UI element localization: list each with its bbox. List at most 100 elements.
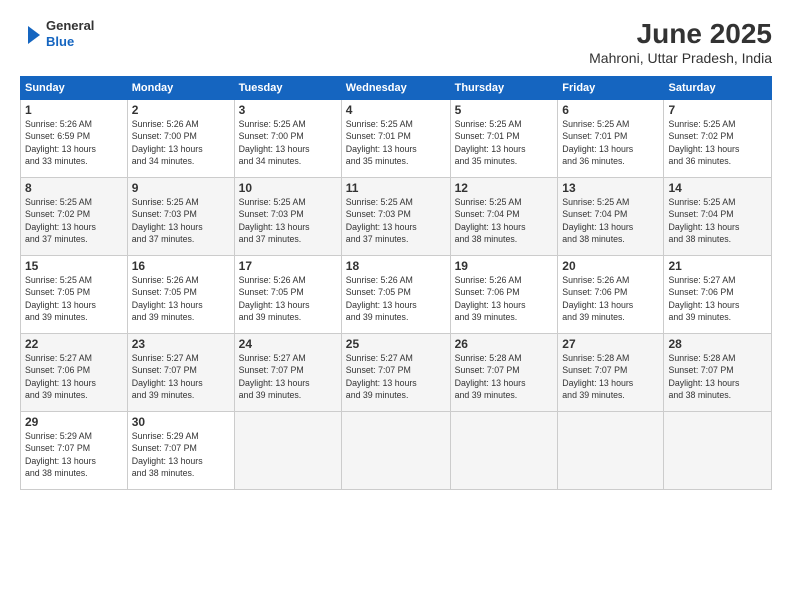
- day-detail: Sunrise: 5:25 AMSunset: 7:04 PMDaylight:…: [562, 196, 659, 245]
- day-detail: Sunrise: 5:29 AMSunset: 7:07 PMDaylight:…: [132, 430, 230, 479]
- calendar-week-row: 29Sunrise: 5:29 AMSunset: 7:07 PMDayligh…: [21, 412, 772, 490]
- month-title: June 2025: [589, 18, 772, 50]
- day-number: 21: [668, 259, 767, 273]
- day-detail: Sunrise: 5:25 AMSunset: 7:02 PMDaylight:…: [25, 196, 123, 245]
- table-row: [558, 412, 664, 490]
- day-detail: Sunrise: 5:25 AMSunset: 7:04 PMDaylight:…: [455, 196, 554, 245]
- table-row: 27Sunrise: 5:28 AMSunset: 7:07 PMDayligh…: [558, 334, 664, 412]
- col-thursday: Thursday: [450, 77, 558, 100]
- col-friday: Friday: [558, 77, 664, 100]
- day-detail: Sunrise: 5:28 AMSunset: 7:07 PMDaylight:…: [455, 352, 554, 401]
- day-detail: Sunrise: 5:25 AMSunset: 7:03 PMDaylight:…: [346, 196, 446, 245]
- table-row: 9Sunrise: 5:25 AMSunset: 7:03 PMDaylight…: [127, 178, 234, 256]
- day-number: 30: [132, 415, 230, 429]
- day-detail: Sunrise: 5:26 AMSunset: 7:00 PMDaylight:…: [132, 118, 230, 167]
- day-detail: Sunrise: 5:25 AMSunset: 7:01 PMDaylight:…: [455, 118, 554, 167]
- table-row: 11Sunrise: 5:25 AMSunset: 7:03 PMDayligh…: [341, 178, 450, 256]
- day-detail: Sunrise: 5:25 AMSunset: 7:00 PMDaylight:…: [239, 118, 337, 167]
- location-title: Mahroni, Uttar Pradesh, India: [589, 50, 772, 66]
- day-detail: Sunrise: 5:26 AMSunset: 7:06 PMDaylight:…: [562, 274, 659, 323]
- table-row: 2Sunrise: 5:26 AMSunset: 7:00 PMDaylight…: [127, 100, 234, 178]
- calendar-week-row: 1Sunrise: 5:26 AMSunset: 6:59 PMDaylight…: [21, 100, 772, 178]
- table-row: 24Sunrise: 5:27 AMSunset: 7:07 PMDayligh…: [234, 334, 341, 412]
- day-number: 1: [25, 103, 123, 117]
- day-number: 20: [562, 259, 659, 273]
- day-detail: Sunrise: 5:26 AMSunset: 7:05 PMDaylight:…: [132, 274, 230, 323]
- table-row: 30Sunrise: 5:29 AMSunset: 7:07 PMDayligh…: [127, 412, 234, 490]
- col-monday: Monday: [127, 77, 234, 100]
- table-row: [341, 412, 450, 490]
- col-sunday: Sunday: [21, 77, 128, 100]
- day-number: 6: [562, 103, 659, 117]
- day-number: 24: [239, 337, 337, 351]
- day-detail: Sunrise: 5:25 AMSunset: 7:02 PMDaylight:…: [668, 118, 767, 167]
- day-number: 29: [25, 415, 123, 429]
- day-number: 12: [455, 181, 554, 195]
- table-row: 17Sunrise: 5:26 AMSunset: 7:05 PMDayligh…: [234, 256, 341, 334]
- table-row: 15Sunrise: 5:25 AMSunset: 7:05 PMDayligh…: [21, 256, 128, 334]
- table-row: 23Sunrise: 5:27 AMSunset: 7:07 PMDayligh…: [127, 334, 234, 412]
- day-detail: Sunrise: 5:25 AMSunset: 7:04 PMDaylight:…: [668, 196, 767, 245]
- day-detail: Sunrise: 5:28 AMSunset: 7:07 PMDaylight:…: [562, 352, 659, 401]
- col-tuesday: Tuesday: [234, 77, 341, 100]
- day-detail: Sunrise: 5:28 AMSunset: 7:07 PMDaylight:…: [668, 352, 767, 401]
- day-number: 27: [562, 337, 659, 351]
- day-number: 13: [562, 181, 659, 195]
- table-row: 10Sunrise: 5:25 AMSunset: 7:03 PMDayligh…: [234, 178, 341, 256]
- table-row: 4Sunrise: 5:25 AMSunset: 7:01 PMDaylight…: [341, 100, 450, 178]
- day-number: 18: [346, 259, 446, 273]
- day-number: 8: [25, 181, 123, 195]
- day-detail: Sunrise: 5:27 AMSunset: 7:07 PMDaylight:…: [346, 352, 446, 401]
- day-detail: Sunrise: 5:25 AMSunset: 7:03 PMDaylight:…: [239, 196, 337, 245]
- calendar-header-row: Sunday Monday Tuesday Wednesday Thursday…: [21, 77, 772, 100]
- day-number: 5: [455, 103, 554, 117]
- day-number: 16: [132, 259, 230, 273]
- day-detail: Sunrise: 5:27 AMSunset: 7:07 PMDaylight:…: [239, 352, 337, 401]
- table-row: 3Sunrise: 5:25 AMSunset: 7:00 PMDaylight…: [234, 100, 341, 178]
- day-detail: Sunrise: 5:25 AMSunset: 7:01 PMDaylight:…: [346, 118, 446, 167]
- day-number: 3: [239, 103, 337, 117]
- calendar-week-row: 15Sunrise: 5:25 AMSunset: 7:05 PMDayligh…: [21, 256, 772, 334]
- page: General Blue June 2025 Mahroni, Uttar Pr…: [0, 0, 792, 612]
- table-row: 1Sunrise: 5:26 AMSunset: 6:59 PMDaylight…: [21, 100, 128, 178]
- day-number: 19: [455, 259, 554, 273]
- day-detail: Sunrise: 5:25 AMSunset: 7:03 PMDaylight:…: [132, 196, 230, 245]
- table-row: [450, 412, 558, 490]
- day-detail: Sunrise: 5:27 AMSunset: 7:07 PMDaylight:…: [132, 352, 230, 401]
- table-row: 8Sunrise: 5:25 AMSunset: 7:02 PMDaylight…: [21, 178, 128, 256]
- logo-blue: Blue: [46, 34, 94, 50]
- day-number: 23: [132, 337, 230, 351]
- table-row: 16Sunrise: 5:26 AMSunset: 7:05 PMDayligh…: [127, 256, 234, 334]
- table-row: 22Sunrise: 5:27 AMSunset: 7:06 PMDayligh…: [21, 334, 128, 412]
- table-row: 13Sunrise: 5:25 AMSunset: 7:04 PMDayligh…: [558, 178, 664, 256]
- table-row: 14Sunrise: 5:25 AMSunset: 7:04 PMDayligh…: [664, 178, 772, 256]
- day-number: 2: [132, 103, 230, 117]
- day-detail: Sunrise: 5:26 AMSunset: 7:05 PMDaylight:…: [346, 274, 446, 323]
- title-block: June 2025 Mahroni, Uttar Pradesh, India: [589, 18, 772, 66]
- table-row: 6Sunrise: 5:25 AMSunset: 7:01 PMDaylight…: [558, 100, 664, 178]
- logo-text: General Blue: [46, 18, 94, 49]
- table-row: [664, 412, 772, 490]
- day-detail: Sunrise: 5:29 AMSunset: 7:07 PMDaylight:…: [25, 430, 123, 479]
- day-number: 25: [346, 337, 446, 351]
- table-row: 28Sunrise: 5:28 AMSunset: 7:07 PMDayligh…: [664, 334, 772, 412]
- day-number: 22: [25, 337, 123, 351]
- calendar-week-row: 8Sunrise: 5:25 AMSunset: 7:02 PMDaylight…: [21, 178, 772, 256]
- logo-wrapper: General Blue: [20, 18, 94, 49]
- col-wednesday: Wednesday: [341, 77, 450, 100]
- day-number: 7: [668, 103, 767, 117]
- day-number: 9: [132, 181, 230, 195]
- logo: General Blue: [20, 18, 94, 49]
- col-saturday: Saturday: [664, 77, 772, 100]
- table-row: 25Sunrise: 5:27 AMSunset: 7:07 PMDayligh…: [341, 334, 450, 412]
- calendar-table: Sunday Monday Tuesday Wednesday Thursday…: [20, 76, 772, 490]
- table-row: 29Sunrise: 5:29 AMSunset: 7:07 PMDayligh…: [21, 412, 128, 490]
- day-detail: Sunrise: 5:26 AMSunset: 6:59 PMDaylight:…: [25, 118, 123, 167]
- day-number: 4: [346, 103, 446, 117]
- day-number: 28: [668, 337, 767, 351]
- day-detail: Sunrise: 5:25 AMSunset: 7:01 PMDaylight:…: [562, 118, 659, 167]
- day-number: 17: [239, 259, 337, 273]
- day-detail: Sunrise: 5:27 AMSunset: 7:06 PMDaylight:…: [668, 274, 767, 323]
- day-number: 15: [25, 259, 123, 273]
- table-row: 26Sunrise: 5:28 AMSunset: 7:07 PMDayligh…: [450, 334, 558, 412]
